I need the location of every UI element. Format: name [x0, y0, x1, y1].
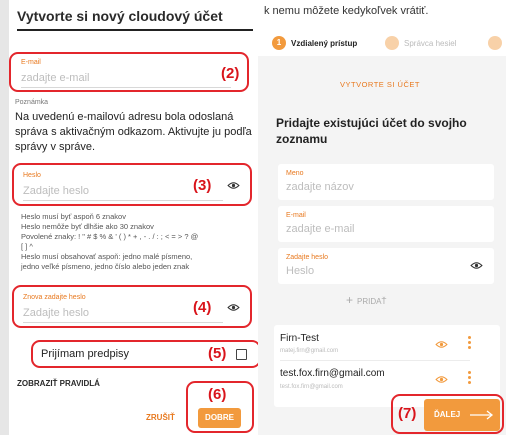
intro-text: k nemu môžete kedykoľvek vrátiť.: [264, 5, 429, 17]
add-button[interactable]: + PRIDAŤ: [346, 293, 386, 307]
ok-button[interactable]: DOBRE: [198, 408, 241, 428]
show-rules-link[interactable]: ZOBRAZIŤ PRAVIDLÁ: [17, 379, 100, 388]
divider: [280, 360, 470, 361]
email-field[interactable]: E-mail zadajte e-mail: [278, 206, 494, 242]
step-3-badge: [488, 36, 502, 50]
email-label: E-mail: [21, 59, 41, 66]
note-label: Poznámka: [15, 99, 49, 106]
annotation-3: (3): [193, 177, 212, 194]
email-label: E-mail: [286, 212, 306, 219]
eye-icon[interactable]: [227, 303, 240, 312]
email-underline: [21, 87, 231, 88]
account-name[interactable]: test.fox.firn@gmail.com: [280, 368, 385, 379]
create-account-card: Vytvorte si nový cloudový účet E-mail za…: [9, 0, 261, 435]
password-label: Zadajte heslo: [286, 254, 329, 261]
create-account-link[interactable]: VYTVORTE SI ÚČET: [340, 80, 420, 89]
create-account-screen: Vytvorte si nový cloudový účet E-mail za…: [0, 0, 261, 435]
eye-icon[interactable]: [435, 375, 448, 384]
plus-icon: +: [346, 293, 354, 307]
more-options-icon[interactable]: [468, 371, 471, 384]
note-text: Na uvedenú e-mailovú adresu bola odoslan…: [15, 111, 252, 153]
email-input[interactable]: zadajte e-mail: [286, 223, 354, 235]
more-options-icon[interactable]: [468, 336, 471, 349]
add-label: PRIDAŤ: [357, 297, 387, 306]
step-2-badge: [385, 36, 399, 50]
annotation-5: (5): [208, 345, 227, 362]
password-underline: [23, 200, 223, 201]
rule-line: jedno veľké písmeno, jedno číslo alebo j…: [21, 262, 190, 271]
rule-line: Heslo musí obsahovať aspoň: jedno malé p…: [21, 252, 193, 261]
accept-rules-label: Prijímam predpisy: [41, 348, 130, 360]
account-email: matej.firn@gmail.com: [280, 348, 339, 354]
password-label: Heslo: [23, 172, 41, 179]
account-email: test.fox.firn@gmail.com: [280, 384, 343, 390]
step-1-badge: 1: [272, 36, 286, 50]
step-1-label[interactable]: Vzdialený prístup: [291, 39, 357, 48]
page-title: Vytvorte si nový cloudový účet: [17, 8, 223, 24]
left-edge: [0, 0, 9, 435]
account-name[interactable]: Firn-Test: [280, 333, 319, 344]
rule-line: Heslo nemôže byť dlhšie ako 30 znakov: [21, 222, 154, 231]
repeat-underline: [23, 322, 223, 323]
remote-access-screen: k nemu môžete kedykoľvek vrátiť. 1 Vzdia…: [258, 0, 506, 435]
step-2-label[interactable]: Správca hesiel: [404, 39, 456, 48]
password-input[interactable]: Heslo: [286, 265, 314, 277]
eye-icon[interactable]: [435, 340, 448, 349]
password-input[interactable]: Zadajte heslo: [23, 185, 89, 197]
section-title: Pridajte existujúci účet do svojho zozna…: [276, 116, 467, 146]
password-field[interactable]: Zadajte heslo Heslo: [278, 248, 494, 284]
repeat-password-label: Znova zadajte heslo: [23, 294, 86, 301]
next-button[interactable]: ĎALEJ: [424, 399, 500, 431]
rule-line: [ ] ^: [21, 242, 33, 251]
annotation-2: (2): [221, 65, 240, 82]
accept-rules-checkbox[interactable]: [236, 349, 247, 360]
arrow-right-icon: [470, 410, 494, 420]
name-label: Meno: [286, 170, 304, 177]
eye-icon[interactable]: [227, 181, 240, 190]
cancel-button[interactable]: ZRUŠIŤ: [146, 413, 175, 422]
name-input[interactable]: zadajte názov: [286, 181, 354, 193]
rule-line: Povolené znaky: ! " # $ % & ' ( ) * + , …: [21, 232, 199, 241]
annotation-4: (4): [193, 299, 212, 316]
annotation-6: (6): [208, 386, 227, 403]
name-field[interactable]: Meno zadajte názov: [278, 164, 494, 200]
password-rules: Heslo musí byť aspoň 6 znakov Heslo nemô…: [21, 212, 257, 272]
eye-icon[interactable]: [470, 261, 483, 270]
next-label: ĎALEJ: [434, 410, 461, 419]
repeat-password-input[interactable]: Zadajte heslo: [23, 307, 89, 319]
email-input[interactable]: zadajte e-mail: [21, 72, 89, 84]
rule-line: Heslo musí byť aspoň 6 znakov: [21, 212, 126, 221]
annotation-7: (7): [398, 405, 417, 422]
title-underline: [17, 29, 253, 31]
